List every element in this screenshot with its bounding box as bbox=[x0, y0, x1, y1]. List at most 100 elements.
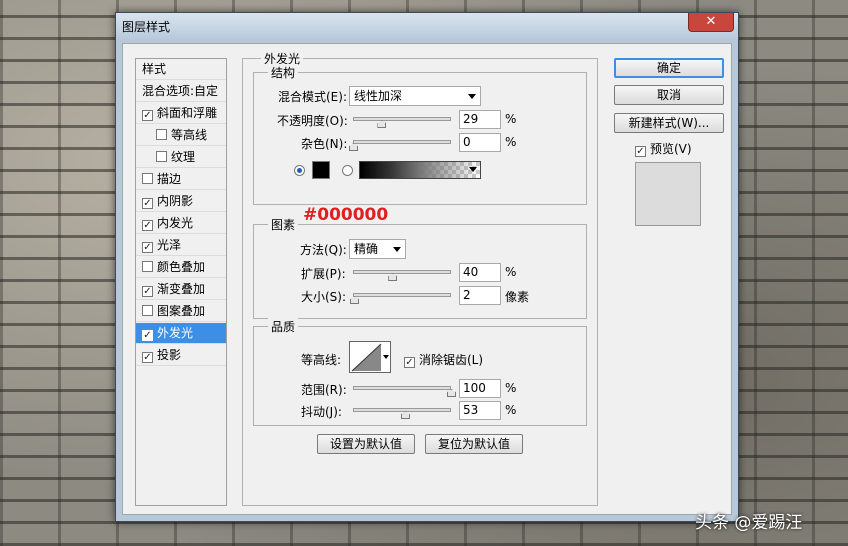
contour-picker[interactable] bbox=[349, 341, 391, 373]
jitter-percent: % bbox=[505, 403, 517, 417]
sidebar-item-label: 内发光 bbox=[157, 216, 194, 230]
structure-heading: 结构 bbox=[268, 64, 299, 81]
jitter-slider[interactable] bbox=[353, 408, 451, 412]
dialog-client-area: 样式混合选项:自定 ✓ 斜面和浮雕等高线纹理描边 ✓ 内阴影 ✓ 内发光 ✓ 光泽颜色叠加 ✓ 渐变… bbox=[122, 43, 732, 515]
chevron-down-icon bbox=[393, 247, 401, 252]
range-slider-thumb[interactable] bbox=[447, 389, 456, 397]
size-slider[interactable] bbox=[353, 293, 451, 297]
elements-heading: 图素 bbox=[268, 216, 299, 233]
range-input[interactable]: 100 bbox=[459, 379, 501, 398]
checkbox-icon[interactable]: ✓ bbox=[142, 220, 153, 231]
checkbox-icon[interactable] bbox=[156, 151, 167, 162]
blend-mode-value: 线性加深 bbox=[354, 89, 403, 103]
sidebar-item[interactable]: 描边 bbox=[136, 169, 226, 190]
jitter-input[interactable]: 53 bbox=[459, 401, 501, 420]
sidebar-item[interactable]: ✓ 光泽 bbox=[136, 235, 226, 256]
range-percent: % bbox=[505, 381, 517, 395]
range-slider[interactable] bbox=[353, 386, 451, 390]
sidebar-item[interactable]: ✓ 斜面和浮雕 bbox=[136, 103, 226, 124]
noise-slider-thumb[interactable] bbox=[349, 143, 358, 151]
sidebar-item[interactable]: 颜色叠加 bbox=[136, 257, 226, 278]
sidebar-item[interactable]: 图案叠加 bbox=[136, 301, 226, 322]
quality-group: 品质 等高线: ✓ 消除锯齿(L) 范围(R): 100 % 抖动(J): 53… bbox=[253, 318, 587, 426]
technique-value: 精确 bbox=[354, 242, 379, 256]
checkbox-icon[interactable] bbox=[142, 261, 153, 272]
glow-color-swatch[interactable] bbox=[312, 161, 330, 179]
blend-mode-label: 混合模式(E): bbox=[278, 90, 347, 104]
sidebar-item-label: 描边 bbox=[157, 172, 182, 186]
solid-color-radio[interactable] bbox=[294, 165, 305, 176]
spread-slider[interactable] bbox=[353, 270, 451, 274]
size-slider-thumb[interactable] bbox=[349, 296, 359, 304]
antialias-checkbox[interactable]: ✓ 消除锯齿(L) bbox=[404, 351, 483, 368]
sidebar-item-label: 纹理 bbox=[171, 150, 196, 164]
sidebar-item-label: 内阴影 bbox=[157, 194, 194, 208]
preview-label: 预览(V) bbox=[650, 142, 692, 156]
reset-default-button[interactable]: 复位为默认值 bbox=[425, 434, 523, 454]
sidebar-item[interactable]: ✓ 渐变叠加 bbox=[136, 279, 226, 300]
checkbox-icon[interactable]: ✓ bbox=[142, 198, 153, 209]
technique-select[interactable]: 精确 bbox=[349, 239, 406, 259]
color-hex-annotation: #000000 bbox=[303, 205, 389, 225]
checkbox-icon[interactable]: ✓ bbox=[142, 330, 153, 341]
quality-heading: 品质 bbox=[268, 318, 299, 335]
sidebar-item[interactable]: ✓ 内阴影 bbox=[136, 191, 226, 212]
checkbox-icon[interactable]: ✓ bbox=[142, 286, 153, 297]
spread-slider-thumb[interactable] bbox=[388, 273, 398, 281]
sidebar-item-label: 投影 bbox=[157, 348, 182, 362]
preview-checkbox[interactable]: ✓ 预览(V) bbox=[635, 140, 692, 157]
sidebar-item[interactable]: ✓ 外发光 bbox=[136, 323, 226, 344]
ok-button[interactable]: 确定 bbox=[614, 58, 724, 78]
size-unit: 像素 bbox=[505, 290, 530, 304]
checkbox-icon[interactable]: ✓ bbox=[142, 242, 153, 253]
opacity-input[interactable]: 29 bbox=[459, 110, 501, 129]
size-input[interactable]: 2 bbox=[459, 286, 501, 305]
chevron-down-icon bbox=[469, 167, 477, 172]
new-style-button[interactable]: 新建样式(W)... bbox=[614, 113, 724, 133]
title-bar[interactable]: 图层样式 ✕ bbox=[116, 13, 738, 39]
checkbox-icon[interactable] bbox=[142, 173, 153, 184]
contour-curve-icon bbox=[351, 343, 382, 372]
style-preview-swatch bbox=[635, 162, 701, 226]
checkbox-icon[interactable]: ✓ bbox=[142, 110, 153, 121]
set-default-button[interactable]: 设置为默认值 bbox=[317, 434, 415, 454]
sidebar-item[interactable]: 等高线 bbox=[136, 125, 226, 146]
layer-style-dialog: 图层样式 ✕ 样式混合选项:自定 ✓ 斜面和浮雕等高线纹理描边 ✓ 内阴影 ✓ 内发光 ✓ 光泽… bbox=[115, 12, 739, 522]
checkbox-icon[interactable] bbox=[156, 129, 167, 140]
sidebar-item-label: 光泽 bbox=[157, 238, 182, 252]
sidebar-item[interactable]: 纹理 bbox=[136, 147, 226, 168]
blend-mode-select[interactable]: 线性加深 bbox=[349, 86, 481, 106]
contour-label: 等高线: bbox=[301, 353, 342, 367]
gradient-picker[interactable] bbox=[359, 161, 481, 179]
checkbox-icon[interactable] bbox=[142, 305, 153, 316]
size-label: 大小(S): bbox=[301, 290, 347, 304]
close-button[interactable]: ✕ bbox=[688, 13, 734, 32]
watermark-text: 头条 @爱踢汪 bbox=[695, 513, 803, 533]
sidebar-item[interactable]: ✓ 投影 bbox=[136, 345, 226, 366]
antialias-label: 消除锯齿(L) bbox=[419, 353, 484, 367]
opacity-slider-thumb[interactable] bbox=[377, 120, 387, 128]
preview-check-icon: ✓ bbox=[635, 146, 646, 157]
noise-percent: % bbox=[505, 135, 517, 149]
sidebar-item[interactable]: 样式 bbox=[136, 59, 226, 80]
sidebar-item-label: 外发光 bbox=[157, 326, 194, 340]
elements-group: 图素 方法(Q): 精确 扩展(P): 40 % 大小(S): 2 像素 bbox=[253, 216, 587, 319]
sidebar-item[interactable]: 混合选项:自定 bbox=[136, 81, 226, 102]
gradient-radio[interactable] bbox=[342, 165, 353, 176]
chevron-down-icon bbox=[383, 355, 389, 359]
sidebar-item-label: 样式 bbox=[142, 62, 167, 76]
noise-label: 杂色(N): bbox=[301, 137, 348, 151]
cancel-button[interactable]: 取消 bbox=[614, 85, 724, 105]
sidebar-item[interactable]: ✓ 内发光 bbox=[136, 213, 226, 234]
noise-slider[interactable] bbox=[353, 140, 451, 144]
spread-input[interactable]: 40 bbox=[459, 263, 501, 282]
antialias-check-icon: ✓ bbox=[404, 357, 415, 368]
structure-group: 结构 混合模式(E): 线性加深 不透明度(O): 29 % 杂色(N): 0 … bbox=[253, 64, 587, 205]
sidebar-item-label: 等高线 bbox=[171, 128, 208, 142]
opacity-slider[interactable] bbox=[353, 117, 451, 121]
jitter-slider-thumb[interactable] bbox=[400, 411, 410, 419]
technique-label: 方法(Q): bbox=[300, 243, 347, 257]
noise-input[interactable]: 0 bbox=[459, 133, 501, 152]
sidebar-item-label: 混合选项:自定 bbox=[142, 84, 219, 98]
checkbox-icon[interactable]: ✓ bbox=[142, 352, 153, 363]
